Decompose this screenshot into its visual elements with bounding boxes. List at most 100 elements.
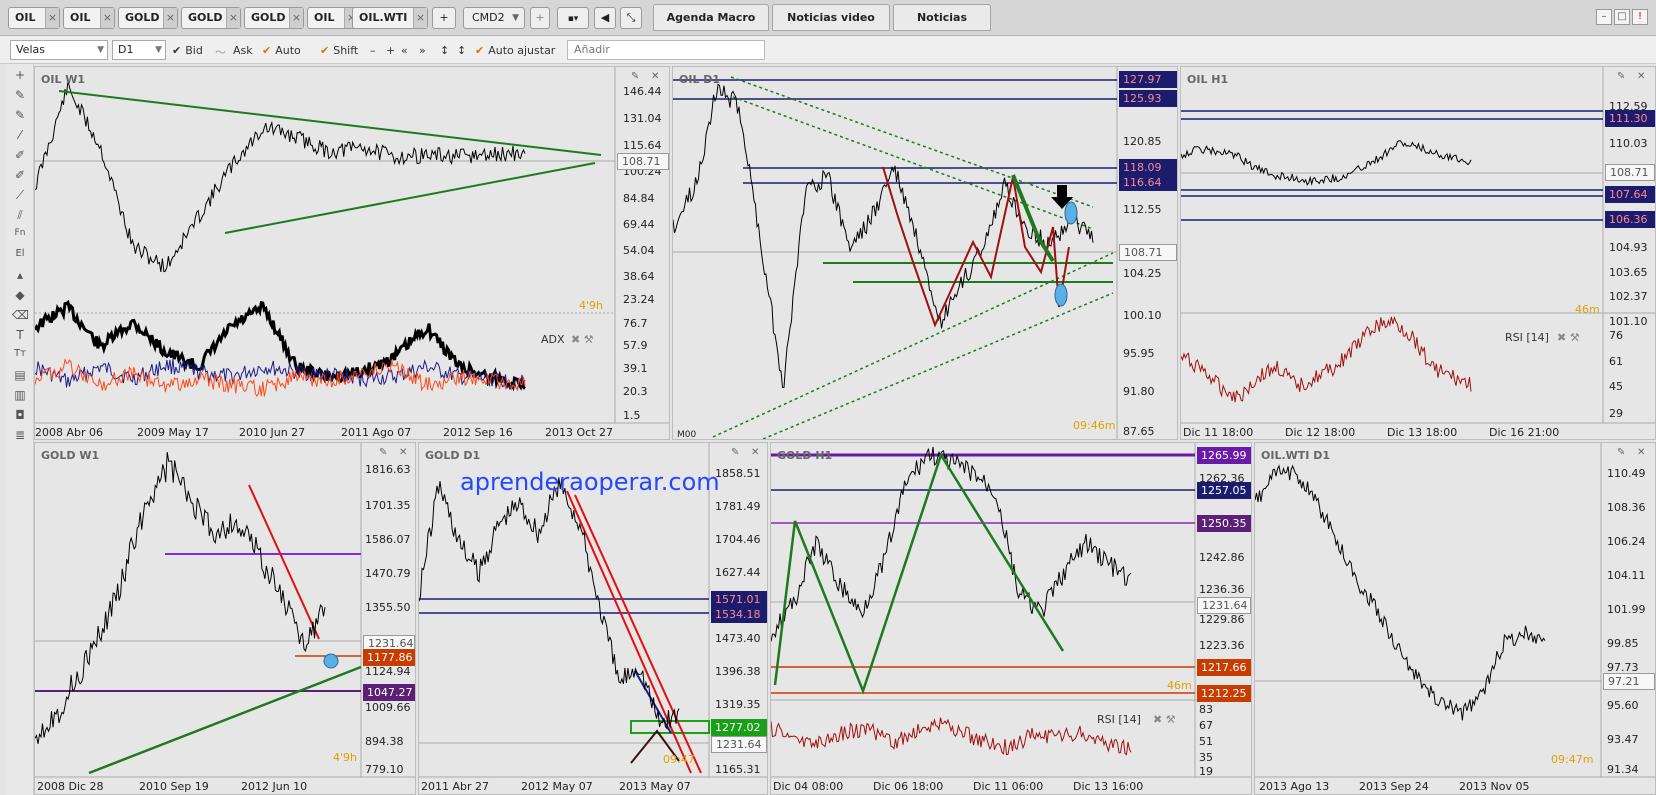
instrument-tab-active[interactable]: OIL.WTI × xyxy=(352,7,428,29)
corner-mark: M00 xyxy=(677,430,696,440)
chart-panel-gold-h1[interactable]: 1262.36 1242.86 1236.36 1229.86 1223.36 … xyxy=(770,442,1252,795)
tab-agenda-macro[interactable]: Agenda Macro xyxy=(653,4,769,31)
close-icon[interactable]: ✖ ⚒ xyxy=(1153,713,1176,726)
camera-icon[interactable]: ◘ xyxy=(12,408,28,422)
close-icon[interactable]: ✖ ⚒ xyxy=(571,333,594,346)
auto-adjust-label: Auto ajustar xyxy=(488,44,556,57)
price-tag: 108.71 xyxy=(1119,244,1177,261)
auto-checkbox[interactable]: Auto xyxy=(262,44,301,57)
close-icon[interactable]: ✕ xyxy=(399,447,407,458)
scroll-left-icon[interactable]: « xyxy=(401,44,408,57)
instrument-tab[interactable]: GOLD × xyxy=(181,7,241,29)
chart-type-select[interactable]: Velas ▼ xyxy=(10,40,108,60)
oil-w1-svg[interactable]: 146.44 131.04 115.64 100.24 84.84 69.44 … xyxy=(35,67,670,440)
oil-h1-svg[interactable]: 112.59 110.03 104.93 103.65 102.37 101.1… xyxy=(1181,67,1656,440)
edit-icon[interactable]: ✎ xyxy=(631,71,639,82)
gold-w1-svg[interactable]: 1816.63 1701.35 1586.07 1470.79 1355.50 … xyxy=(35,443,416,795)
x-tick: 2010 Jun 27 xyxy=(239,426,305,439)
ray-icon[interactable]: ⟋ xyxy=(12,188,28,203)
close-icon[interactable]: ✖ ⚒ xyxy=(1557,331,1580,344)
add-indicator-input[interactable]: Añadir xyxy=(567,40,765,60)
pencil-icon[interactable]: ✎ xyxy=(12,88,28,102)
x-tick: 2012 May 07 xyxy=(521,780,593,793)
shift-checkbox[interactable]: Shift xyxy=(320,44,358,57)
ind-tick: 19 xyxy=(1199,765,1213,778)
instrument-tab[interactable]: OIL × xyxy=(63,7,115,29)
text-icon[interactable]: T xyxy=(12,328,28,342)
chart-panel-oil-h1[interactable]: 112.59 110.03 104.93 103.65 102.37 101.1… xyxy=(1180,66,1656,440)
close-icon[interactable]: × xyxy=(289,8,303,28)
auto-adjust-checkbox[interactable]: Auto ajustar xyxy=(475,44,555,57)
vertical-fit-icon[interactable]: ↕ xyxy=(457,44,466,57)
price-tag: 108.71 xyxy=(617,153,669,170)
chart-panel-gold-w1[interactable]: 1816.63 1701.35 1586.07 1470.79 1355.50 … xyxy=(34,442,416,795)
pencil-icon[interactable]: ✎ xyxy=(12,108,28,122)
tab-noticias[interactable]: Noticias xyxy=(893,4,991,31)
close-icon[interactable]: ✕ xyxy=(651,71,659,82)
y-tick: 110.49 xyxy=(1607,467,1646,480)
ruler-icon[interactable]: ▥ xyxy=(12,388,28,402)
text-box-icon[interactable]: Tт xyxy=(12,348,28,359)
minimize-icon[interactable]: – xyxy=(1596,9,1612,25)
bar-timer: 4'9h xyxy=(579,299,603,312)
close-icon[interactable]: ✕ xyxy=(1637,447,1645,458)
oil-d1-price-series xyxy=(673,83,1094,388)
close-icon[interactable]: × xyxy=(413,8,427,28)
instrument-tab[interactable]: GOLD × xyxy=(118,7,178,29)
channel-icon[interactable]: ⫽ xyxy=(12,208,28,223)
cmd-select[interactable]: CMD2 ▼ xyxy=(463,7,525,29)
close-icon[interactable]: × xyxy=(163,8,177,28)
layers-icon[interactable]: ▤ xyxy=(12,368,28,382)
close-icon[interactable]: × xyxy=(100,8,114,28)
zoom-in-icon[interactable]: + xyxy=(386,44,395,57)
shape-icon[interactable]: ▴ xyxy=(12,268,28,282)
line-tool-icon[interactable]: ⁄ xyxy=(12,128,28,142)
edit-icon[interactable]: ✎ xyxy=(379,447,387,458)
y-tick: 101.99 xyxy=(1607,603,1646,616)
period-select[interactable]: D1 ▼ xyxy=(112,40,166,60)
bar-timer: 09:46m xyxy=(1073,419,1115,432)
scroll-right-icon[interactable]: » xyxy=(419,44,426,57)
oil-d1-svg[interactable]: 120.85 112.55 104.25 100.10 95.95 91.80 … xyxy=(673,67,1178,440)
close-icon[interactable]: × xyxy=(226,8,240,28)
instrument-tab[interactable]: GOLD × xyxy=(244,7,304,29)
resize-icon[interactable]: ⤡ xyxy=(620,7,642,29)
oilwti-d1-svg[interactable]: 110.49 108.36 106.24 104.11 101.99 99.85… xyxy=(1255,443,1656,795)
level-tag: 1257.05 xyxy=(1197,482,1251,499)
close-icon[interactable]: ✕ xyxy=(1637,71,1645,82)
edit-icon[interactable]: ✎ xyxy=(1617,447,1625,458)
tab-noticias-video[interactable]: Noticias video xyxy=(772,4,890,31)
chart-panel-oil-d1[interactable]: 120.85 112.55 104.25 100.10 95.95 91.80 … xyxy=(672,66,1178,440)
bid-checkbox[interactable]: Bid xyxy=(172,44,203,57)
elliott-icon[interactable]: El xyxy=(12,248,28,259)
crosshair-icon[interactable]: + xyxy=(12,68,28,82)
panel-title: GOLD H1 xyxy=(777,449,833,462)
close-icon[interactable]: ✕ xyxy=(751,447,759,458)
gold-h1-svg[interactable]: 1262.36 1242.86 1236.36 1229.86 1223.36 … xyxy=(771,443,1252,795)
instrument-tab[interactable]: OIL × xyxy=(8,7,60,29)
vertical-scale-icon[interactable]: ↕ xyxy=(440,44,449,57)
edit-icon[interactable]: ✎ xyxy=(731,447,739,458)
edit-icon[interactable]: ✎ xyxy=(1617,71,1625,82)
close-icon[interactable]: × xyxy=(45,8,59,28)
layout-dropdown[interactable]: ▪▾ xyxy=(557,7,589,29)
y-tick: 1473.40 xyxy=(715,632,761,645)
chart-panel-oilwti-d1[interactable]: 110.49 108.36 106.24 104.11 101.99 99.85… xyxy=(1254,442,1656,795)
pen-icon[interactable]: ✐ xyxy=(12,148,28,162)
list-icon[interactable]: ≣ xyxy=(12,428,28,442)
marker-icon[interactable]: ◆ xyxy=(12,288,28,302)
alert-icon[interactable]: ! xyxy=(1632,9,1648,25)
back-arrow-icon[interactable]: ◀ xyxy=(594,7,616,29)
add-tab-button[interactable]: + xyxy=(432,7,456,29)
pen-icon[interactable]: ✐ xyxy=(12,168,28,182)
eraser-icon[interactable]: ⌫ xyxy=(12,308,29,322)
wave-icon[interactable]: 〜 xyxy=(215,44,226,60)
tab-label: OIL xyxy=(15,11,36,24)
zoom-out-icon[interactable]: – xyxy=(370,44,376,57)
chart-panel-oil-w1[interactable]: 146.44 131.04 115.64 100.24 84.84 69.44 … xyxy=(34,66,670,440)
ask-label[interactable]: Ask xyxy=(233,44,253,57)
fibonacci-icon[interactable]: Fn xyxy=(12,228,28,238)
plus-icon[interactable]: + xyxy=(530,7,550,29)
bar-timer: 46m xyxy=(1575,303,1600,316)
maximize-icon[interactable]: □ xyxy=(1614,9,1630,25)
